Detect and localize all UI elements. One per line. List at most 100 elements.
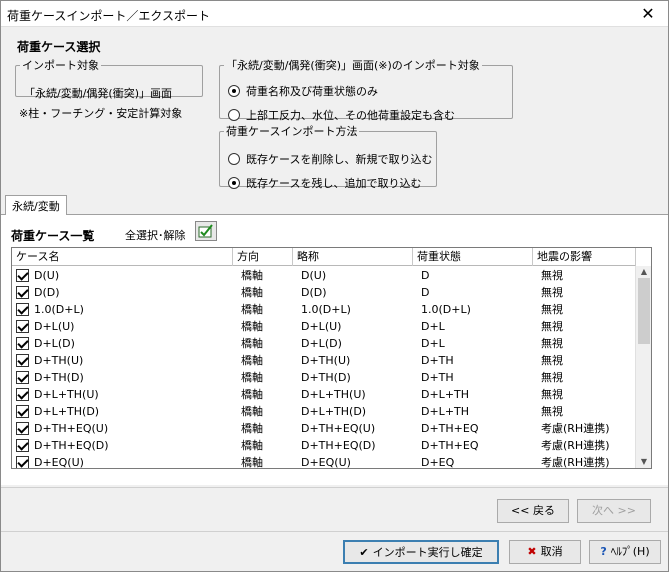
row-checkbox[interactable]	[16, 371, 29, 384]
table-row[interactable]: D+L(U) 橋軸 D+L(U) D+L 無視	[12, 318, 636, 335]
table-row[interactable]: D+TH+EQ(U) 橋軸 D+TH+EQ(U) D+TH+EQ 考慮(RH連携)	[12, 420, 636, 437]
back-button[interactable]: << 戻る	[497, 499, 569, 523]
cell-case-name: 1.0(D+L)	[34, 303, 84, 316]
table-row[interactable]: D+TH(D) 橋軸 D+TH(D) D+TH 無視	[12, 369, 636, 386]
row-checkbox[interactable]	[16, 303, 29, 316]
method-option-append[interactable]: 既存ケースを残し、追加で取り込む	[228, 175, 421, 191]
import-execute-button[interactable]: ✔ インポート実行し確定	[343, 540, 499, 564]
cell-direction: 橋軸	[241, 320, 263, 333]
row-checkbox[interactable]	[16, 269, 29, 282]
radio-selected-icon[interactable]	[228, 85, 240, 97]
cell-load-state: D+L+TH	[421, 405, 470, 418]
cell-case-name: D+L+TH(D)	[34, 405, 100, 418]
scope-option-include-all[interactable]: 上部工反力、水位、その他荷重設定も含む	[228, 107, 455, 123]
select-all-button[interactable]	[195, 221, 217, 241]
row-checkbox[interactable]	[16, 456, 29, 468]
cell-load-state: D	[421, 286, 430, 299]
radio-selected-icon[interactable]	[228, 177, 240, 189]
title-bar: 荷重ケースインポート／エクスポート ✕	[1, 1, 668, 27]
next-button[interactable]: 次へ >>	[577, 499, 651, 523]
table-row[interactable]: D(U) 橋軸 D(U) D 無視	[12, 267, 636, 284]
cell-direction: 橋軸	[241, 422, 263, 435]
col-load-state[interactable]: 荷重状態	[413, 248, 533, 266]
scroll-up-icon[interactable]: ▲	[636, 266, 651, 278]
import-method-legend: 荷重ケースインポート方法	[226, 125, 358, 138]
divider	[1, 531, 668, 532]
help-button[interactable]: ? ﾍﾙﾌﾟ(H)	[589, 540, 661, 564]
col-abbreviation[interactable]: 略称	[293, 248, 413, 266]
cancel-button[interactable]: ✖ 取消	[509, 540, 581, 564]
scroll-thumb[interactable]	[638, 278, 650, 344]
cell-load-state: D+TH	[421, 371, 454, 384]
table-row[interactable]: D+TH(U) 橋軸 D+TH(U) D+TH 無視	[12, 352, 636, 369]
cell-case-name: D+L+TH(U)	[34, 388, 99, 401]
cell-case-name: D+TH+EQ(D)	[34, 439, 109, 452]
cell-direction: 橋軸	[241, 405, 263, 418]
cell-case-name: D(U)	[34, 269, 60, 282]
cell-abbreviation: D(D)	[301, 286, 327, 299]
row-checkbox[interactable]	[16, 422, 29, 435]
scope-option-names-only[interactable]: 荷重名称及び荷重状態のみ	[228, 83, 378, 99]
cell-seismic-effect: 考慮(RH連携)	[541, 439, 610, 452]
col-seismic-effect[interactable]: 地震の影響	[533, 248, 636, 266]
row-checkbox[interactable]	[16, 337, 29, 350]
cell-abbreviation: D+L(D)	[301, 337, 342, 350]
cell-case-name: D+TH(U)	[34, 354, 84, 367]
row-checkbox[interactable]	[16, 439, 29, 452]
cell-load-state: D+L+TH	[421, 388, 470, 401]
table-row[interactable]: D+TH+EQ(D) 橋軸 D+TH+EQ(D) D+TH+EQ 考慮(RH連携)	[12, 437, 636, 454]
method-option-replace[interactable]: 既存ケースを削除し、新規で取り込む	[228, 151, 432, 167]
table-row[interactable]: D+L+TH(U) 橋軸 D+L+TH(U) D+L+TH 無視	[12, 386, 636, 403]
cell-direction: 橋軸	[241, 354, 263, 367]
scroll-down-icon[interactable]: ▼	[636, 456, 651, 468]
row-checkbox[interactable]	[16, 320, 29, 333]
col-case-name[interactable]: ケース名	[12, 248, 233, 266]
scope-option-label: 荷重名称及び荷重状態のみ	[246, 85, 378, 98]
col-direction[interactable]: 方向	[233, 248, 293, 266]
cell-seismic-effect: 無視	[541, 337, 563, 350]
close-icon[interactable]: ✕	[634, 3, 662, 25]
cell-seismic-effect: 無視	[541, 286, 563, 299]
table-row[interactable]: D+EQ(U) 橋軸 D+EQ(U) D+EQ 考慮(RH連携)	[12, 454, 636, 469]
radio-icon[interactable]	[228, 109, 240, 121]
row-checkbox[interactable]	[16, 388, 29, 401]
cell-abbreviation: D+L+TH(U)	[301, 388, 366, 401]
table-row[interactable]: D+L+TH(D) 橋軸 D+L+TH(D) D+L+TH 無視	[12, 403, 636, 420]
cell-direction: 橋軸	[241, 371, 263, 384]
table-row[interactable]: D(D) 橋軸 D(D) D 無視	[12, 284, 636, 301]
cell-case-name: D+L(D)	[34, 337, 75, 350]
row-checkbox[interactable]	[16, 405, 29, 418]
cell-load-state: D+TH+EQ	[421, 422, 479, 435]
cell-abbreviation: D+EQ(U)	[301, 456, 351, 469]
cell-abbreviation: D+TH(U)	[301, 354, 351, 367]
cell-abbreviation: D+L+TH(D)	[301, 405, 367, 418]
tab-permanent-variable[interactable]: 永続/変動	[5, 195, 67, 216]
cell-abbreviation: D(U)	[301, 269, 327, 282]
cell-seismic-effect: 無視	[541, 388, 563, 401]
import-button-label: インポート実行し確定	[372, 546, 483, 559]
cell-direction: 橋軸	[241, 337, 263, 350]
cell-case-name: D+TH(D)	[34, 371, 84, 384]
table-row[interactable]: 1.0(D+L) 橋軸 1.0(D+L) 1.0(D+L) 無視	[12, 301, 636, 318]
load-case-panel: 荷重ケース一覧 全選択･解除 ケース名 方向 略称 荷重状態 地震の影響 D(U…	[1, 215, 668, 485]
cell-load-state: D+L	[421, 320, 445, 333]
cell-abbreviation: D+TH+EQ(U)	[301, 422, 376, 435]
cell-seismic-effect: 無視	[541, 371, 563, 384]
list-title: 荷重ケース一覧	[11, 229, 95, 243]
cell-direction: 橋軸	[241, 456, 263, 469]
row-checkbox[interactable]	[16, 286, 29, 299]
cell-direction: 橋軸	[241, 303, 263, 316]
help-button-label: ﾍﾙﾌﾟ(H)	[610, 545, 650, 558]
vertical-scrollbar[interactable]: ▲ ▼	[635, 266, 651, 468]
cell-seismic-effect: 無視	[541, 269, 563, 282]
cell-case-name: D(D)	[34, 286, 60, 299]
row-checkbox[interactable]	[16, 354, 29, 367]
cell-case-name: D+L(U)	[34, 320, 75, 333]
import-method-group: 荷重ケースインポート方法 既存ケースを削除し、新規で取り込む 既存ケースを残し、…	[219, 123, 437, 190]
target-note: ※柱・フーチング・安定計算対象	[19, 107, 183, 120]
cell-seismic-effect: 無視	[541, 303, 563, 316]
radio-icon[interactable]	[228, 153, 240, 165]
cell-load-state: D+L	[421, 337, 445, 350]
method-option-label: 既存ケースを削除し、新規で取り込む	[246, 153, 433, 166]
table-row[interactable]: D+L(D) 橋軸 D+L(D) D+L 無視	[12, 335, 636, 352]
